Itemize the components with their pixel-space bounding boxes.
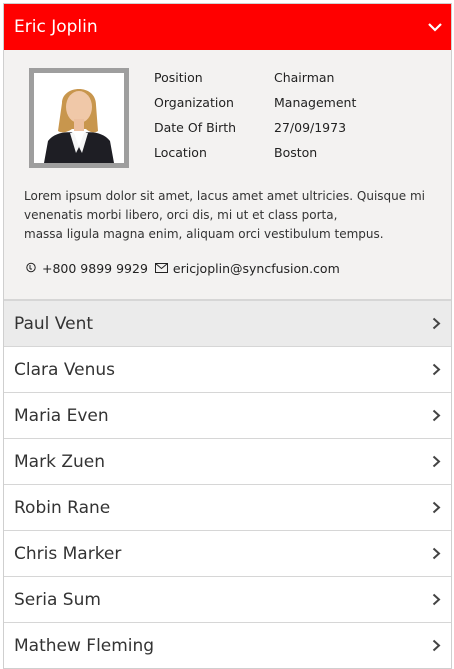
phone-number: +800 9899 9929 [42, 261, 148, 276]
phone-icon [24, 262, 38, 276]
field-label: Position [154, 70, 203, 85]
chevron-right-icon [429, 501, 443, 515]
accordion-item-robin-rane[interactable]: Robin Rane [4, 484, 451, 530]
field-value: Management [274, 95, 357, 110]
item-label: Mark Zuen [14, 451, 105, 472]
email-address: ericjoplin@syncfusion.com [172, 261, 340, 276]
description-line: venenatis morbi libero, orci dis, mi ut … [24, 208, 338, 222]
mail-icon [155, 262, 169, 276]
profile-description: Lorem ipsum dolor sit amet, lacus amet a… [24, 187, 434, 244]
accordion-item-mathew-fleming[interactable]: Mathew Fleming [4, 622, 451, 668]
header-title: Eric Joplin [14, 17, 98, 37]
chevron-down-icon[interactable] [427, 19, 443, 35]
field-value: Boston [274, 145, 318, 160]
field-value: 27/09/1973 [274, 120, 347, 135]
contact-row: +800 9899 9929 ericjoplin@syncfusion.com [24, 261, 340, 276]
field-label: Location [154, 145, 207, 160]
item-label: Clara Venus [14, 359, 115, 380]
accordion-item-clara-venus[interactable]: Clara Venus [4, 346, 451, 392]
description-line: Lorem ipsum dolor sit amet, lacus amet a… [24, 189, 425, 203]
field-label: Date Of Birth [154, 120, 237, 135]
chevron-right-icon [429, 363, 443, 377]
accordion-item-paul-vent[interactable]: Paul Vent [4, 300, 451, 346]
item-label: Seria Sum [14, 589, 101, 610]
description-line: massa ligula magna enim, aliquam orci ve… [24, 227, 384, 241]
item-label: Maria Even [14, 405, 109, 426]
field-value: Chairman [274, 70, 335, 85]
chevron-right-icon [429, 547, 443, 561]
item-label: Robin Rane [14, 497, 111, 518]
chevron-right-icon [429, 409, 443, 423]
item-label: Mathew Fleming [14, 635, 155, 656]
field-label: Organization [154, 95, 234, 110]
contacts-accordion: Eric Joplin Position Chairman Organizati… [3, 3, 452, 669]
accordion-content-eric-joplin: Position Chairman Organization Managemen… [4, 50, 451, 300]
item-label: Paul Vent [14, 313, 94, 334]
accordion-header-eric-joplin[interactable]: Eric Joplin [4, 4, 451, 50]
chevron-right-icon [429, 455, 443, 469]
accordion-item-seria-sum[interactable]: Seria Sum [4, 576, 451, 622]
item-label: Chris Marker [14, 543, 122, 564]
profile-info-grid: Position Chairman Organization Managemen… [154, 68, 414, 162]
accordion-item-maria-even[interactable]: Maria Even [4, 392, 451, 438]
profile-photo [34, 73, 124, 163]
accordion-item-mark-zuen[interactable]: Mark Zuen [4, 438, 451, 484]
profile-photo-frame [29, 68, 129, 168]
chevron-right-icon [429, 639, 443, 653]
accordion-item-chris-marker[interactable]: Chris Marker [4, 530, 451, 576]
chevron-right-icon [429, 317, 443, 331]
chevron-right-icon [429, 593, 443, 607]
